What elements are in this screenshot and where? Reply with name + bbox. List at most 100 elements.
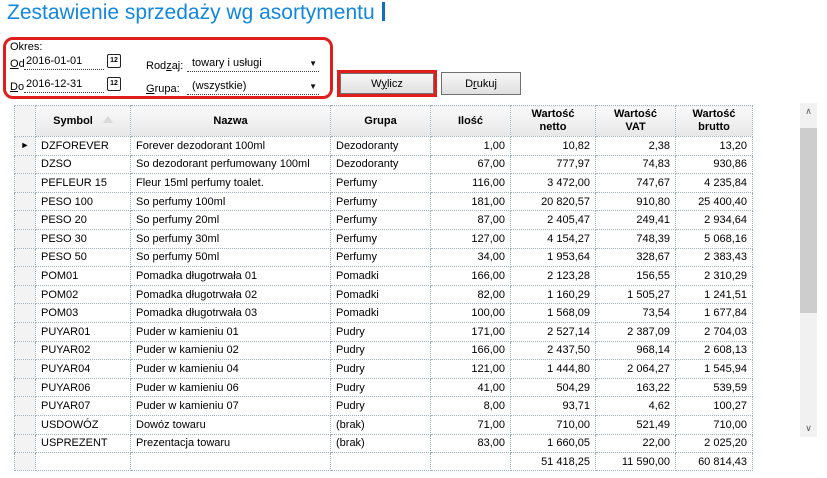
column-header-netto[interactable]: Wartość netto [510, 105, 596, 137]
text-cursor [381, 2, 385, 21]
row-selector[interactable] [14, 210, 36, 230]
cell-brutto: 5 068,16 [675, 228, 753, 249]
cell-netto: 1 444,80 [510, 359, 596, 379]
report-window: Zestawienie sprzedaży wg asortymentu Okr… [0, 0, 827, 478]
cell-grupa: Perfumy [330, 210, 431, 230]
wylicz-button[interactable]: Wylicz [340, 73, 434, 94]
column-header-ilosc[interactable]: Ilość [430, 105, 511, 137]
cell-nazwa: So perfumy 30ml [130, 228, 331, 249]
cell-brutto: 2 704,03 [675, 321, 753, 342]
row-selector[interactable] [14, 359, 36, 379]
total-vat: 11 590,00 [595, 452, 676, 472]
drukuj-button[interactable]: Drukuj [441, 72, 521, 95]
current-row-indicator[interactable]: ► [14, 136, 36, 156]
table-row[interactable]: PESO 20 So perfumy 20ml Perfumy 87,00 2 405,… [14, 210, 753, 230]
row-selector[interactable] [14, 191, 36, 212]
cell-symbol: POM01 [35, 266, 131, 286]
cell-nazwa: Puder w kamieniu 07 [130, 396, 331, 416]
table-row[interactable]: DZSO So dezodorant perfumowany 100ml Dezod… [14, 154, 753, 175]
column-header-nazwa[interactable]: Nazwa [130, 105, 331, 137]
cell-symbol: USDOWÓZ [35, 414, 131, 435]
cell-ilosc: 34,00 [430, 247, 511, 268]
cell-brutto: 710,00 [675, 414, 753, 435]
cell-grupa: Pudry [330, 321, 431, 342]
table-row[interactable]: USDOWÓZ Dowóz towaru (brak) 71,00 710,00 521,… [14, 414, 753, 435]
scroll-down-icon[interactable]: ∨ [800, 420, 817, 437]
cell-symbol: POM03 [35, 303, 131, 323]
table-row[interactable]: PUYAR07 Puder w kamieniu 07 Pudry 8,00 93,71… [14, 396, 753, 416]
cell-grupa: Dezodoranty [330, 154, 431, 175]
table-row[interactable]: POM03 Pomadka długotrwała 03 Pomadki 100,00… [14, 303, 753, 323]
table-row[interactable]: PEFLEUR 15 Fleur 15ml perfumy toalet. Perf… [14, 173, 753, 193]
cell-symbol: PUYAR07 [35, 396, 131, 416]
row-selector[interactable] [14, 266, 36, 286]
cell-brutto: 100,27 [675, 396, 753, 416]
cell-grupa: Perfumy [330, 228, 431, 249]
cell-vat: 748,39 [595, 228, 676, 249]
column-header-symbol[interactable]: Symbol [35, 105, 131, 137]
row-selector[interactable] [14, 303, 36, 323]
table-row[interactable]: PESO 50 So perfumy 50ml Perfumy 34,00 1 953,… [14, 247, 753, 268]
cell-symbol: PEFLEUR 15 [35, 173, 131, 193]
rodzaj-dropdown[interactable]: towary i usługi ▼ [187, 57, 319, 72]
column-header-brutto[interactable]: Wartość brutto [675, 105, 753, 137]
od-date-input[interactable]: 2016-01-01 [24, 55, 104, 70]
table-row[interactable]: POM02 Pomadka długotrwała 02 Pomadki 82,00 1… [14, 284, 753, 305]
cell-symbol: DZSO [35, 154, 131, 175]
row-selector[interactable] [14, 377, 36, 398]
row-selector[interactable] [14, 247, 36, 268]
vertical-scrollbar[interactable]: ∧ ∨ [800, 103, 817, 437]
calendar-button-do[interactable]: 12 [107, 77, 121, 91]
cell-netto: 1 568,09 [510, 303, 596, 323]
cell-netto: 2 405,47 [510, 210, 596, 230]
cell-vat: 74,83 [595, 154, 676, 175]
table-row[interactable]: POM01 Pomadka długotrwała 01 Pomadki 166,00… [14, 266, 753, 286]
table-row[interactable]: PUYAR06 Puder w kamieniu 06 Pudry 41,00 504,… [14, 377, 753, 398]
row-selector[interactable] [14, 396, 36, 416]
grupa-dropdown[interactable]: (wszystkie) ▼ [187, 80, 319, 95]
cell-grupa: Perfumy [330, 173, 431, 193]
cell-grupa: Dezodoranty [330, 136, 431, 156]
cell-ilosc: 100,00 [430, 303, 511, 323]
cell-vat: 4,62 [595, 396, 676, 416]
table-row[interactable]: PESO 30 So perfumy 30ml Perfumy 127,00 4 154… [14, 228, 753, 249]
cell-brutto: 1 677,84 [675, 303, 753, 323]
cell-grupa: (brak) [330, 414, 431, 435]
cell-netto: 3 472,00 [510, 173, 596, 193]
row-selector[interactable] [14, 154, 36, 175]
cell-grupa: Pomadki [330, 303, 431, 323]
cell-ilosc: 166,00 [430, 340, 511, 361]
cell-netto: 504,29 [510, 377, 596, 398]
row-selector[interactable] [14, 414, 36, 435]
cell-vat: 2 387,09 [595, 321, 676, 342]
calendar-icon: 12 [110, 80, 118, 87]
cell-grupa: Pomadki [330, 266, 431, 286]
scrollbar-thumb[interactable] [800, 128, 817, 313]
cell-nazwa: Pomadka długotrwała 03 [130, 303, 331, 323]
column-header-grupa[interactable]: Grupa [330, 105, 431, 137]
scroll-up-icon[interactable]: ∧ [800, 103, 817, 120]
table-row[interactable]: ► DZFOREVER Forever dezodorant 100ml Dezodo… [14, 136, 753, 156]
cell-netto: 1 660,05 [510, 433, 596, 454]
chevron-down-icon: ▼ [309, 82, 317, 91]
calendar-button-od[interactable]: 12 [107, 54, 121, 68]
row-selector[interactable] [14, 321, 36, 342]
table-row[interactable]: PUYAR04 Puder w kamieniu 04 Pudry 121,00 1 4… [14, 359, 753, 379]
cell-vat: 73,54 [595, 303, 676, 323]
table-row[interactable]: PUYAR02 Puder w kamieniu 02 Pudry 166,00 2 4… [14, 340, 753, 361]
column-header-vat[interactable]: Wartość VAT [595, 105, 676, 137]
table-row[interactable]: PUYAR01 Puder w kamieniu 01 Pudry 171,00 2 5… [14, 321, 753, 342]
row-selector[interactable] [14, 340, 36, 361]
row-selector[interactable] [14, 284, 36, 305]
do-date-input[interactable]: 2016-12-31 [24, 78, 104, 93]
table-header-row: Symbol Nazwa Grupa Ilość Wartość netto W… [14, 105, 753, 137]
row-selector[interactable] [14, 173, 36, 193]
row-selector[interactable] [14, 228, 36, 249]
cell-netto: 1 160,29 [510, 284, 596, 305]
table-row[interactable]: USPREZENT Prezentacja towaru (brak) 83,00 1 … [14, 433, 753, 454]
cell-nazwa: So perfumy 20ml [130, 210, 331, 230]
cell-symbol: PESO 20 [35, 210, 131, 230]
cell-symbol: POM02 [35, 284, 131, 305]
row-selector[interactable] [14, 433, 36, 454]
table-row[interactable]: PESO 100 So perfumy 100ml Perfumy 181,00 20 … [14, 191, 753, 212]
